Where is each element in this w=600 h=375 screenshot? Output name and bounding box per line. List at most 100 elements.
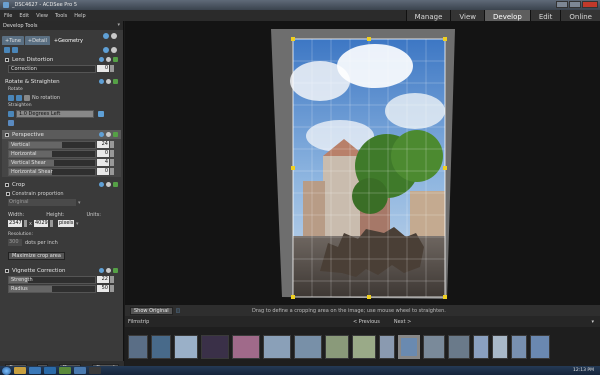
crop-preset-select[interactable]: Original — [8, 199, 76, 206]
lens-distortion-checkbox[interactable] — [5, 57, 9, 62]
lens-distortion-header[interactable]: Lens Distortion — [2, 55, 121, 64]
crop-eye-icon[interactable] — [113, 182, 118, 187]
previous-button[interactable]: < Previous — [353, 319, 380, 325]
filmstrip-thumbnail[interactable] — [294, 334, 322, 359]
lens-eye-icon[interactable] — [113, 57, 118, 62]
filmstrip-menu-icon[interactable]: ▾ — [591, 319, 594, 325]
gear-icon[interactable] — [111, 33, 117, 39]
vignette-radius-slider[interactable]: Radius — [8, 284, 96, 293]
maximize-crop-button[interactable]: Maximize crop area — [8, 251, 65, 260]
rotate-right-icon[interactable] — [16, 94, 22, 101]
refresh-icon[interactable] — [103, 33, 109, 39]
vignette-gear-icon[interactable] — [106, 268, 111, 273]
rotate-header[interactable]: Rotate & Straighten — [2, 77, 121, 86]
perspective-vertical-slider[interactable]: Vertical — [8, 140, 96, 149]
filmstrip-thumbnail[interactable] — [379, 334, 395, 359]
filmstrip-thumbnail[interactable] — [151, 334, 171, 359]
crop-resolution-input[interactable]: 300 — [8, 239, 22, 246]
crop-height-input[interactable]: 4029 — [33, 220, 48, 227]
tab-tune[interactable]: + Tune — [2, 36, 24, 45]
perspective-horizontal-spinner[interactable] — [110, 150, 114, 157]
lens-gear-icon[interactable] — [106, 57, 111, 62]
perspective-header[interactable]: Perspective — [2, 130, 121, 139]
show-original-button[interactable]: Show Original — [130, 306, 173, 315]
menu-help[interactable]: Help — [74, 13, 85, 19]
save-settings-icon[interactable] — [12, 47, 18, 53]
taskbar-app-icon[interactable] — [29, 367, 41, 374]
settings-gear-icon[interactable] — [111, 47, 117, 53]
crop-height-spinner[interactable] — [49, 220, 53, 227]
filmstrip-thumbnail-selected[interactable] — [398, 334, 420, 359]
rotate-reset-icon[interactable] — [99, 79, 104, 84]
rotate-eye-icon[interactable] — [113, 79, 118, 84]
photo-cropped-area[interactable] — [290, 38, 446, 298]
straighten-slider[interactable]: 1.0 Degrees Left — [16, 109, 94, 118]
lens-correction-slider[interactable]: Correction — [8, 64, 96, 73]
next-button[interactable]: Next > — [394, 319, 411, 325]
vignette-radius-value[interactable]: 50 — [97, 285, 109, 292]
compare-icon[interactable]: ◫ — [176, 308, 181, 314]
menu-view[interactable]: View — [36, 13, 48, 19]
perspective-vertical-value[interactable]: 24 — [97, 141, 109, 148]
perspective-horizontal-shear-spinner[interactable] — [110, 168, 114, 175]
crop-handle-bottom[interactable] — [367, 295, 371, 299]
vignette-header[interactable]: Vignette Correction — [2, 266, 121, 275]
crop-width-input[interactable]: 2347 — [8, 220, 22, 227]
crop-units-select[interactable]: pixels — [57, 220, 74, 227]
straighten-tool-icon[interactable] — [8, 110, 14, 117]
perspective-vertical-shear-spinner[interactable] — [110, 159, 114, 166]
rotate-gear-icon[interactable] — [106, 79, 111, 84]
vignette-strength-value[interactable]: 22 — [97, 276, 109, 283]
taskbar-app-icon[interactable] — [14, 367, 26, 374]
crop-gear-icon[interactable] — [106, 182, 111, 187]
lens-correction-spinner[interactable] — [110, 65, 114, 72]
tab-detail[interactable]: + Detail — [24, 36, 50, 45]
reset-all-icon[interactable] — [103, 47, 109, 53]
taskbar-app-icon[interactable] — [89, 367, 101, 374]
constrain-checkbox[interactable] — [6, 191, 10, 196]
crop-header[interactable]: Crop — [2, 180, 121, 189]
crop-reset-icon[interactable] — [99, 182, 104, 187]
crop-handle-bottom-right[interactable] — [443, 295, 447, 299]
perspective-vertical-shear-slider[interactable]: Vertical Shear — [8, 158, 96, 167]
filmstrip-thumbnail[interactable] — [201, 334, 229, 359]
crop-handle-bottom-left[interactable] — [291, 295, 295, 299]
perspective-horizontal-slider[interactable]: Horizontal — [8, 149, 96, 158]
no-rotation-icon[interactable] — [24, 94, 30, 101]
vignette-checkbox[interactable] — [5, 268, 9, 273]
filmstrip-thumbnail[interactable] — [492, 334, 508, 359]
photo-viewport[interactable] — [125, 21, 600, 305]
vignette-strength-spinner[interactable] — [110, 276, 114, 283]
filmstrip-thumbnail[interactable] — [448, 334, 470, 359]
perspective-horizontal-shear-value[interactable]: 0 — [97, 168, 109, 175]
filmstrip-thumbnail[interactable] — [232, 334, 260, 359]
menu-file[interactable]: File — [4, 13, 12, 19]
taskbar-app-icon[interactable] — [44, 367, 56, 374]
filmstrip-thumbnail[interactable] — [530, 334, 550, 359]
crop-handle-top-left[interactable] — [291, 37, 295, 41]
image-canvas[interactable] — [125, 21, 600, 305]
filmstrip-thumbnail[interactable] — [473, 334, 489, 359]
close-button[interactable] — [582, 1, 598, 8]
menu-tools[interactable]: Tools — [55, 13, 67, 19]
crop-units-chevron-icon[interactable]: ▾ — [76, 221, 79, 227]
minimize-button[interactable] — [556, 1, 568, 8]
vignette-eye-icon[interactable] — [113, 268, 118, 273]
straighten-apply-icon[interactable] — [98, 110, 104, 117]
taskbar-app-icon[interactable] — [74, 367, 86, 374]
filmstrip-thumbnail[interactable] — [128, 334, 148, 359]
perspective-vertical-spinner[interactable] — [110, 141, 114, 148]
start-button[interactable] — [2, 366, 11, 375]
maximize-button[interactable] — [569, 1, 581, 8]
filmstrip-thumbnail[interactable] — [352, 334, 376, 359]
crop-checkbox[interactable] — [5, 182, 9, 187]
perspective-eye-icon[interactable] — [113, 132, 118, 137]
crop-preset-chevron-icon[interactable]: ▾ — [78, 200, 81, 206]
filmstrip-thumbnail[interactable] — [263, 334, 291, 359]
filmstrip-thumbnail[interactable] — [423, 334, 445, 359]
perspective-gear-icon[interactable] — [106, 132, 111, 137]
crop-handle-left[interactable] — [291, 166, 295, 170]
filmstrip-thumbnail[interactable] — [174, 334, 198, 359]
perspective-vertical-shear-value[interactable]: 4 — [97, 159, 109, 166]
perspective-checkbox[interactable] — [5, 132, 9, 137]
